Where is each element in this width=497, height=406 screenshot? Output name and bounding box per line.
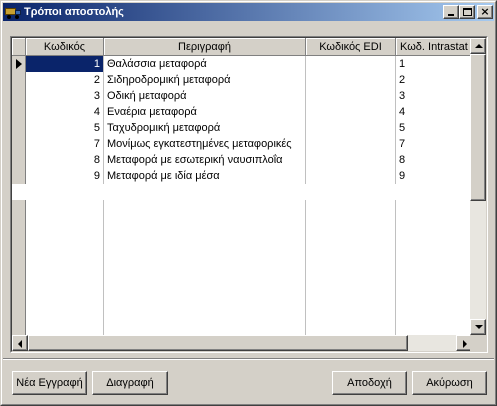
cell-intrastat-code[interactable]: 4 — [396, 104, 472, 120]
vertical-scrollbar[interactable] — [470, 38, 486, 335]
cell-code[interactable]: 5 — [26, 120, 104, 136]
scroll-left-button[interactable] — [12, 335, 28, 351]
title-bar[interactable]: Τρόποι αποστολής × — [3, 3, 494, 21]
grid-rows: 1 Θαλάσσια μεταφορά 1 2 Σιδηροδρομική μεταφο… — [12, 56, 472, 184]
cell-edi-code[interactable] — [306, 104, 396, 120]
scroll-up-button[interactable] — [470, 38, 486, 54]
row-indicator[interactable] — [12, 88, 26, 104]
scroll-down-button[interactable] — [470, 319, 486, 335]
scrollbar-corner — [470, 335, 486, 351]
cell-description[interactable]: Εναέρια μεταφορά — [104, 104, 306, 120]
arrow-left-icon — [18, 340, 22, 348]
column-header-edi-code[interactable]: Κωδικός EDI — [306, 38, 396, 56]
delivery-truck-icon — [5, 5, 21, 19]
cell-code[interactable]: 8 — [26, 152, 104, 168]
data-grid[interactable]: Κωδικός Περιγραφή Κωδικός EDI Κωδ. Intra… — [10, 36, 488, 353]
cell-edi-code[interactable] — [306, 136, 396, 152]
row-indicator[interactable] — [12, 72, 26, 88]
column-header-intrastat-code[interactable]: Κωδ. Intrastat — [396, 38, 472, 56]
row-indicator[interactable] — [12, 136, 26, 152]
table-row[interactable]: 9 Μεταφορά με ιδία μέσα 9 — [12, 168, 472, 184]
table-row[interactable]: 7 Μονίμως εγκατεστημένες μεταφορικές 7 — [12, 136, 472, 152]
cell-description[interactable]: Ταχυδρομική μεταφορά — [104, 120, 306, 136]
cell-description[interactable]: Σιδηροδρομική μεταφορά — [104, 72, 306, 88]
cell-edi-code[interactable] — [306, 168, 396, 184]
row-indicator[interactable] — [12, 120, 26, 136]
cell-code[interactable]: 4 — [26, 104, 104, 120]
cell-description[interactable]: Μονίμως εγκατεστημένες μεταφορικές — [104, 136, 306, 152]
cell-description[interactable]: Μεταφορά με ιδία μέσα — [104, 168, 306, 184]
accept-button[interactable]: Αποδοχή — [332, 371, 407, 395]
row-indicator[interactable] — [12, 152, 26, 168]
cell-code[interactable]: 7 — [26, 136, 104, 152]
table-row[interactable]: 4 Εναέρια μεταφορά 4 — [12, 104, 472, 120]
cell-intrastat-code[interactable]: 7 — [396, 136, 472, 152]
cell-intrastat-code[interactable]: 5 — [396, 120, 472, 136]
cell-intrastat-code[interactable]: 2 — [396, 72, 472, 88]
dialog-window: Τρόποι αποστολής × Κωδικός Περιγραφή Κωδ… — [0, 0, 497, 406]
row-indicator-header — [12, 38, 26, 56]
table-row[interactable]: 3 Οδική μεταφορά 3 — [12, 88, 472, 104]
arrow-right-icon — [463, 340, 467, 348]
cell-code[interactable]: 3 — [26, 88, 104, 104]
cancel-button[interactable]: Ακύρωση — [412, 371, 487, 395]
cell-code[interactable]: 1 — [26, 56, 104, 72]
cell-intrastat-code[interactable]: 8 — [396, 152, 472, 168]
cell-edi-code[interactable] — [306, 120, 396, 136]
current-row-pointer-icon — [16, 59, 22, 69]
minimize-button[interactable] — [443, 5, 459, 19]
delete-button[interactable]: Διαγραφή — [92, 371, 168, 395]
cell-intrastat-code[interactable]: 1 — [396, 56, 472, 72]
table-row[interactable]: 5 Ταχυδρομική μεταφορά 5 — [12, 120, 472, 136]
close-icon: × — [480, 5, 490, 18]
cell-code[interactable]: 9 — [26, 168, 104, 184]
grid-empty-area[interactable] — [12, 200, 472, 351]
cell-edi-code[interactable] — [306, 88, 396, 104]
row-indicator[interactable] — [12, 104, 26, 120]
cell-description[interactable]: Μεταφορά με εσωτερική ναυσιπλοΐα — [104, 152, 306, 168]
row-indicator[interactable] — [12, 168, 26, 184]
close-button[interactable]: × — [477, 5, 493, 19]
cell-edi-code[interactable] — [306, 72, 396, 88]
arrow-up-icon — [475, 44, 483, 48]
cell-description[interactable]: Θαλάσσια μεταφορά — [104, 56, 306, 72]
column-header-code[interactable]: Κωδικός — [26, 38, 104, 56]
table-row[interactable]: 8 Μεταφορά με εσωτερική ναυσιπλοΐα 8 — [12, 152, 472, 168]
table-row[interactable]: 1 Θαλάσσια μεταφορά 1 — [12, 56, 472, 72]
column-header-description[interactable]: Περιγραφή — [104, 38, 306, 56]
window-title: Τρόποι αποστολής — [24, 6, 124, 18]
grid-header: Κωδικός Περιγραφή Κωδικός EDI Κωδ. Intra… — [12, 38, 472, 56]
vertical-scroll-thumb[interactable] — [470, 54, 486, 201]
cell-edi-code[interactable] — [306, 56, 396, 72]
separator — [3, 358, 494, 360]
horizontal-scroll-thumb[interactable] — [28, 335, 408, 351]
cell-edi-code[interactable] — [306, 152, 396, 168]
horizontal-scrollbar[interactable] — [12, 335, 472, 351]
cell-code[interactable]: 2 — [26, 72, 104, 88]
minimize-icon — [448, 14, 454, 16]
new-record-button[interactable]: Νέα Εγγραφή — [12, 371, 87, 395]
maximize-button[interactable] — [459, 5, 475, 19]
cell-description[interactable]: Οδική μεταφορά — [104, 88, 306, 104]
cell-intrastat-code[interactable]: 3 — [396, 88, 472, 104]
table-row[interactable]: 2 Σιδηροδρομική μεταφορά 2 — [12, 72, 472, 88]
maximize-icon — [462, 8, 472, 16]
arrow-down-icon — [475, 325, 483, 329]
cell-intrastat-code[interactable]: 9 — [396, 168, 472, 184]
row-indicator[interactable] — [12, 56, 26, 72]
